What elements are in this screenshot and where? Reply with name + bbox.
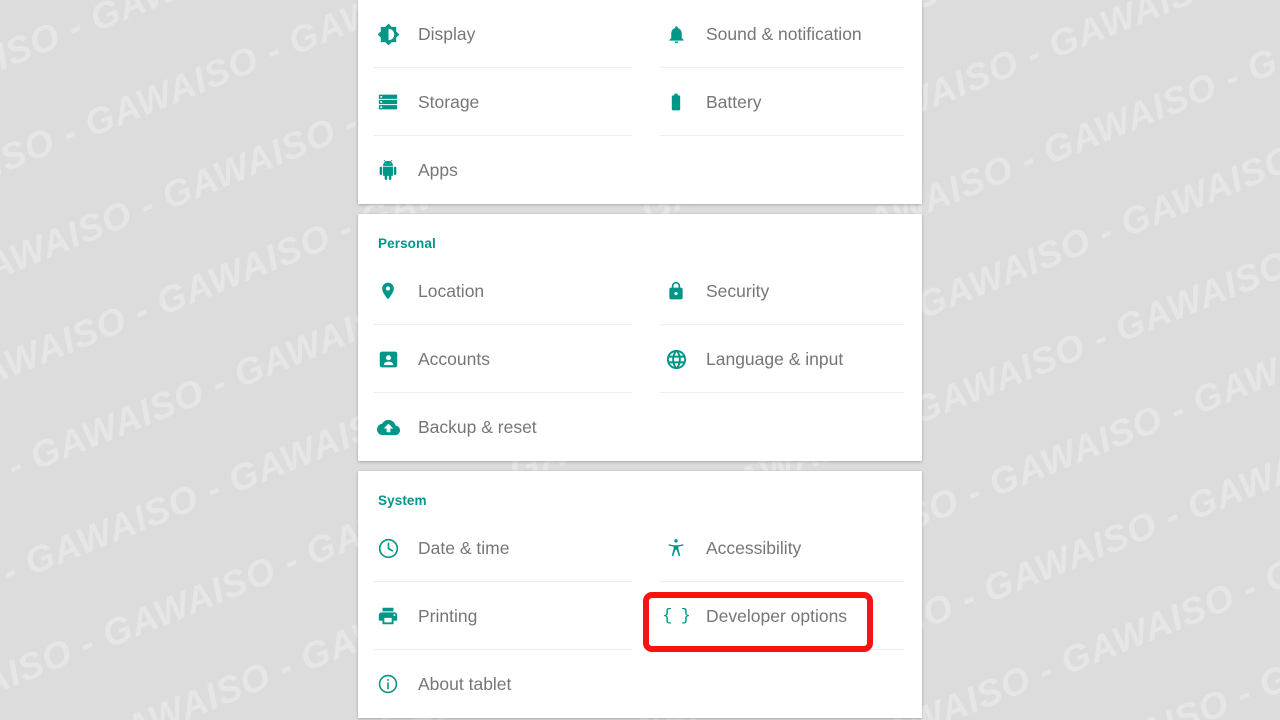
brightness-icon xyxy=(374,20,402,48)
settings-item-label: Sound & notification xyxy=(706,23,862,44)
section-title-system: System xyxy=(378,493,427,508)
cloud-upload-icon xyxy=(374,413,402,441)
settings-card-system: System Date & time Accessibility Printin… xyxy=(358,471,922,718)
settings-cell-empty xyxy=(640,136,922,204)
settings-card-device: Display Sound & notification Storage Bat… xyxy=(358,0,922,204)
settings-item-label: Accounts xyxy=(418,348,490,369)
settings-item-label: Battery xyxy=(706,91,762,112)
accessibility-icon xyxy=(662,534,690,562)
settings-row: Printing { } Developer options xyxy=(358,582,922,650)
settings-row: About tablet xyxy=(358,650,922,718)
settings-cell-empty xyxy=(640,650,922,718)
printer-icon xyxy=(374,602,402,630)
settings-item-label: About tablet xyxy=(418,673,512,694)
settings-item-printing[interactable]: Printing xyxy=(358,582,640,650)
settings-item-backup-reset[interactable]: Backup & reset xyxy=(358,393,640,461)
settings-item-security[interactable]: Security xyxy=(640,257,922,325)
settings-item-date-time[interactable]: Date & time xyxy=(358,514,640,582)
settings-item-display[interactable]: Display xyxy=(358,0,640,68)
lock-icon xyxy=(662,277,690,305)
clock-icon xyxy=(374,534,402,562)
battery-icon xyxy=(662,88,690,116)
settings-item-label: Accessibility xyxy=(706,537,802,558)
settings-row: Storage Battery xyxy=(358,68,922,136)
settings-item-label: Apps xyxy=(418,159,458,180)
card-gap xyxy=(358,461,922,471)
settings-item-developer-options[interactable]: { } Developer options xyxy=(640,582,922,650)
settings-item-label: Backup & reset xyxy=(418,416,537,437)
settings-row: Display Sound & notification xyxy=(358,0,922,68)
settings-item-label: Storage xyxy=(418,91,480,112)
settings-row: Date & time Accessibility xyxy=(358,514,922,582)
settings-item-battery[interactable]: Battery xyxy=(640,68,922,136)
settings-item-language-input[interactable]: Language & input xyxy=(640,325,922,393)
settings-item-apps[interactable]: Apps xyxy=(358,136,640,204)
settings-item-location[interactable]: Location xyxy=(358,257,640,325)
settings-item-accessibility[interactable]: Accessibility xyxy=(640,514,922,582)
settings-item-label: Printing xyxy=(418,605,478,626)
section-title-personal: Personal xyxy=(378,236,436,251)
settings-item-about-tablet[interactable]: About tablet xyxy=(358,650,640,718)
screenshot-root: GAWAISO - GAWAISO - GAWAISO - GAWAISO - … xyxy=(0,0,1280,720)
settings-row: Backup & reset xyxy=(358,393,922,461)
settings-card-personal: Personal Location Security Accounts Lang… xyxy=(358,214,922,461)
storage-icon xyxy=(374,88,402,116)
info-circle-icon xyxy=(374,670,402,698)
globe-icon xyxy=(662,345,690,373)
settings-item-accounts[interactable]: Accounts xyxy=(358,325,640,393)
settings-item-label: Display xyxy=(418,23,476,44)
settings-row: Accounts Language & input xyxy=(358,325,922,393)
account-card-icon xyxy=(374,345,402,373)
location-pin-icon xyxy=(374,277,402,305)
settings-row: Location Security xyxy=(358,257,922,325)
settings-list: Display Sound & notification Storage Bat… xyxy=(358,0,922,720)
settings-item-label: Security xyxy=(706,280,770,301)
settings-item-label: Location xyxy=(418,280,485,301)
settings-cell-empty xyxy=(640,393,922,461)
settings-item-label: Developer options xyxy=(706,605,848,626)
settings-row: Apps xyxy=(358,136,922,204)
settings-item-sound-notification[interactable]: Sound & notification xyxy=(640,0,922,68)
android-robot-icon xyxy=(374,156,402,184)
settings-item-label: Date & time xyxy=(418,537,510,558)
curly-braces-icon: { } xyxy=(662,606,691,626)
card-gap xyxy=(358,204,922,214)
bell-icon xyxy=(662,20,690,48)
settings-item-label: Language & input xyxy=(706,348,844,369)
settings-item-storage[interactable]: Storage xyxy=(358,68,640,136)
